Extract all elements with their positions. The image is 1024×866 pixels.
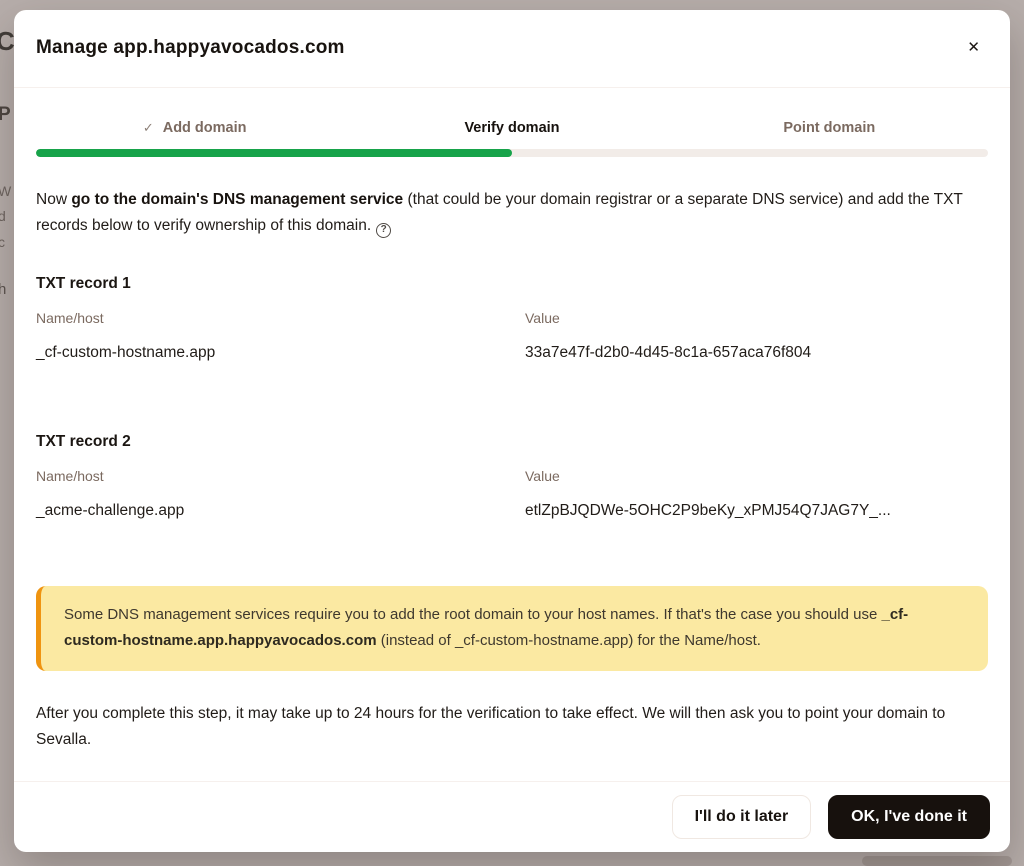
step-label: Point domain [783, 119, 875, 137]
manage-domain-modal: Manage app.happyavocados.com ✕ ✓ Add dom… [14, 10, 1010, 852]
background-text-fragment: W [0, 183, 11, 199]
background-button-fragment [862, 856, 1012, 866]
record-value: etlZpBJQDWe-5OHC2P9beKy_xPMJ54Q7JAG7Y_..… [525, 502, 988, 520]
modal-title: Manage app.happyavocados.com [36, 37, 345, 59]
step-label: Verify domain [464, 119, 559, 137]
warning-text: Some DNS management services require you… [64, 606, 881, 623]
name-host-label: Name/host [36, 468, 525, 484]
txt-record-1: TXT record 1 Name/host Value _cf-custom-… [36, 275, 988, 362]
name-host-label: Name/host [36, 310, 525, 326]
root-domain-warning-callout: Some DNS management services require you… [36, 586, 988, 671]
modal-body: ✓ Add domain Verify domain Point domain … [14, 88, 1010, 781]
close-icon[interactable]: ✕ [957, 36, 990, 59]
background-logo-fragment: C [0, 26, 15, 57]
record-grid: Name/host Value _cf-custom-hostname.app … [36, 310, 988, 362]
verify-instructions: Now go to the domain's DNS management se… [36, 187, 988, 239]
background-text-fragment: d [0, 208, 6, 224]
step-verify-domain: Verify domain [353, 119, 670, 137]
record-grid: Name/host Value _acme-challenge.app etlZ… [36, 468, 988, 520]
instructions-bold-text: go to the domain's DNS management servic… [71, 191, 403, 208]
record-title: TXT record 2 [36, 433, 988, 451]
warning-text: (instead of _cf-custom-hostname.app) for… [377, 632, 761, 649]
background-text-fragment: c [0, 234, 5, 250]
step-label: Add domain [163, 119, 247, 137]
stepper-progress-track [36, 149, 988, 157]
instructions-text: Now [36, 191, 71, 208]
record-value: 33a7e47f-d2b0-4d45-8c1a-657aca76f804 [525, 344, 988, 362]
check-icon: ✓ [143, 119, 154, 137]
name-host-value: _acme-challenge.app [36, 502, 525, 520]
value-label: Value [525, 468, 988, 484]
step-add-domain: ✓ Add domain [36, 119, 353, 137]
domain-setup-stepper: ✓ Add domain Verify domain Point domain [36, 119, 988, 137]
record-title: TXT record 1 [36, 275, 988, 293]
step-point-domain: Point domain [671, 119, 988, 137]
ok-done-button[interactable]: OK, I've done it [828, 795, 990, 839]
verification-delay-note: After you complete this step, it may tak… [36, 701, 988, 753]
value-label: Value [525, 310, 988, 326]
modal-header: Manage app.happyavocados.com ✕ [14, 10, 1010, 87]
help-icon[interactable]: ? [376, 223, 391, 238]
stepper-progress-fill [36, 149, 512, 157]
modal-footer: I'll do it later OK, I've done it [14, 781, 1010, 852]
do-it-later-button[interactable]: I'll do it later [672, 795, 812, 839]
txt-record-2: TXT record 2 Name/host Value _acme-chall… [36, 433, 988, 520]
background-text-fragment: P [0, 104, 11, 126]
background-text-fragment: h [0, 281, 6, 298]
name-host-value: _cf-custom-hostname.app [36, 344, 525, 362]
